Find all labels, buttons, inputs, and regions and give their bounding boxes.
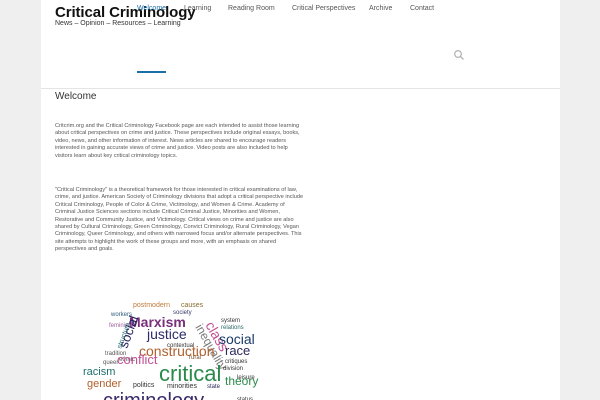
site-tagline: News – Opinion – Resources – Learning — [55, 20, 181, 27]
wc-word: politics — [133, 382, 155, 389]
wc-word: social — [116, 314, 142, 350]
nav-item-critical-perspectives[interactable]: Critical Perspectives — [292, 0, 355, 17]
nav-item-learning[interactable]: Learning — [184, 0, 211, 17]
nav-item-welcome[interactable]: Welcome — [137, 0, 166, 17]
nav-item-reading-room[interactable]: Reading Room — [228, 0, 275, 17]
wc-word: gender — [87, 378, 122, 390]
wc-word: causes — [181, 302, 204, 309]
wc-word: justice — [146, 326, 187, 342]
wc-word: postmodern — [133, 302, 170, 309]
site-title[interactable]: Critical Criminology — [55, 4, 196, 21]
wc-word: critiques — [225, 359, 247, 365]
wc-word: division — [223, 366, 243, 372]
page-container: Critical Criminology News – Opinion – Re… — [41, 0, 560, 400]
page-title: Welcome — [55, 91, 97, 102]
wc-word: conflict — [117, 352, 158, 367]
wc-word: minorities — [167, 383, 197, 390]
wc-word: leisure — [237, 375, 255, 381]
search-icon[interactable] — [453, 49, 465, 61]
nav-item-contact[interactable]: Contact — [410, 0, 434, 17]
site-header: Critical Criminology News – Opinion – Re… — [41, 0, 560, 89]
intro-paragraph: Critcrim.org and the Critical Criminolog… — [55, 123, 300, 159]
wc-word: system — [221, 318, 240, 324]
nav-active-indicator — [137, 71, 166, 73]
wc-word: race — [225, 343, 250, 358]
wc-word: state — [207, 384, 221, 390]
wc-word: criminology — [103, 390, 204, 400]
framework-paragraph: "Critical Criminology" is a theoretical … — [55, 187, 304, 253]
word-cloud-image: postmodern causes society workers Marxis… — [83, 302, 258, 400]
wc-word: racism — [83, 366, 115, 378]
nav-item-archive[interactable]: Archive — [369, 0, 392, 17]
